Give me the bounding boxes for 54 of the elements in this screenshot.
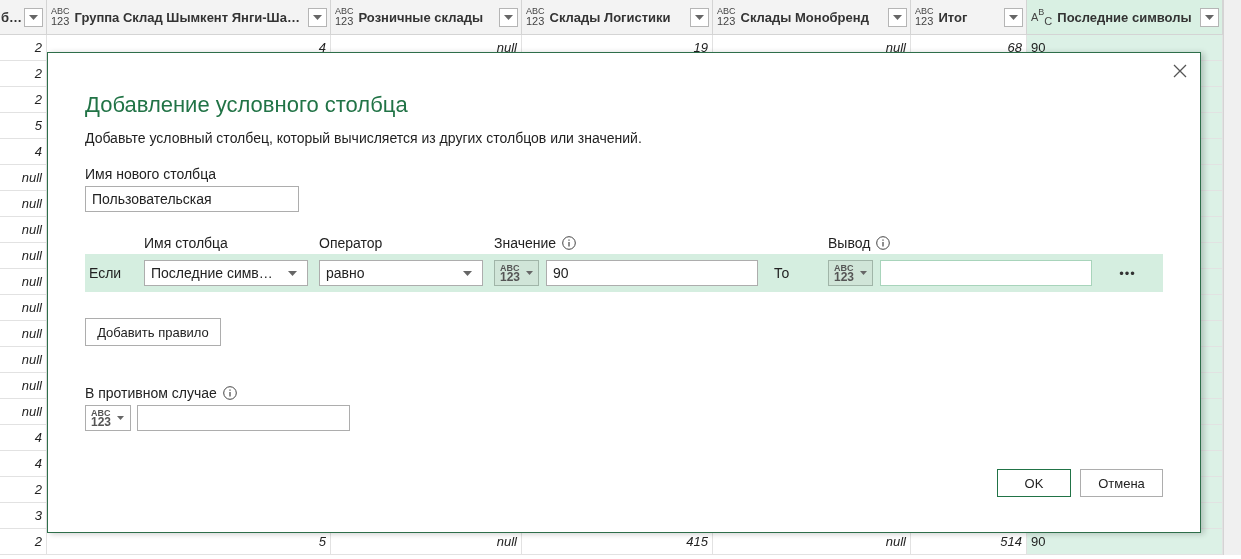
scrollbar[interactable] [1223, 0, 1241, 555]
dialog-title: Добавление условного столбца [85, 91, 408, 119]
column-title: Итог [938, 9, 969, 25]
info-icon [562, 236, 577, 250]
filter-dropdown-icon[interactable] [690, 7, 709, 27]
otherwise-field[interactable] [137, 405, 350, 431]
type-dropdown[interactable]: ABC 123 [494, 260, 539, 286]
column-header-label: Оператор [319, 235, 384, 251]
type-dropdown[interactable]: ABC 123 [828, 260, 873, 286]
field-label: В противном случае [85, 384, 217, 402]
filter-dropdown-icon[interactable] [499, 7, 518, 27]
close-icon[interactable] [1173, 64, 1187, 78]
caret-icon [860, 271, 867, 275]
column-title: Группа Склад Шымкент Янги-Ша… [74, 9, 301, 25]
column-title: Склады Монобренд [740, 9, 870, 25]
table-cell: 2 [0, 529, 47, 555]
filter-dropdown-icon[interactable] [888, 7, 907, 27]
column-title: Последние символы [1057, 9, 1193, 25]
caret-icon [288, 270, 297, 276]
dialog-description: Добавьте условный столбец, который вычисляется из других столбцов или значений. [85, 129, 642, 147]
column-dropdown[interactable]: Последние симв… [144, 260, 308, 286]
info-icon [222, 386, 237, 400]
column-title: Склады Логистики [549, 9, 672, 25]
filter-dropdown-icon[interactable] [1004, 7, 1023, 27]
caret-icon [463, 270, 472, 276]
filter-dropdown-icon[interactable] [24, 7, 43, 27]
column-header-label: Имя столбца [144, 235, 229, 251]
operator-dropdown[interactable]: равно [319, 260, 483, 286]
filter-dropdown-icon[interactable] [308, 7, 327, 27]
column-title: б… [1, 9, 22, 25]
filter-dropdown-icon[interactable] [1200, 7, 1219, 27]
caret-icon [117, 416, 125, 420]
column-header-label: Значение [494, 235, 557, 251]
type-dropdown[interactable]: ABC 123 [85, 405, 131, 431]
column-header-label: Вывод [828, 235, 871, 251]
any-type-icon: ABC 123 [915, 7, 934, 27]
if-label: Если [88, 265, 123, 281]
field-label: Имя нового столбца [85, 165, 216, 183]
any-type-icon: ABC 123 [717, 7, 736, 27]
any-type-icon: ABC 123 [335, 7, 354, 27]
column-header[interactable]: б… [0, 0, 47, 35]
any-type-icon: ABC 123 [526, 7, 545, 27]
more-button[interactable]: ••• [1113, 264, 1142, 282]
any-type-icon: ABC 123 [51, 7, 70, 27]
column-title: Розничные склады [358, 9, 485, 25]
add-rule-button[interactable]: Добавить правило [85, 318, 221, 346]
cancel-button[interactable]: Отмена [1080, 469, 1163, 497]
column-name-field[interactable]: Пользовательская [85, 186, 299, 212]
output-field[interactable] [880, 260, 1092, 286]
then-label: То [773, 265, 791, 281]
info-icon [876, 236, 891, 250]
value-field[interactable]: 90 [546, 260, 758, 286]
caret-icon [526, 271, 533, 275]
ok-button[interactable]: OK [997, 469, 1071, 497]
